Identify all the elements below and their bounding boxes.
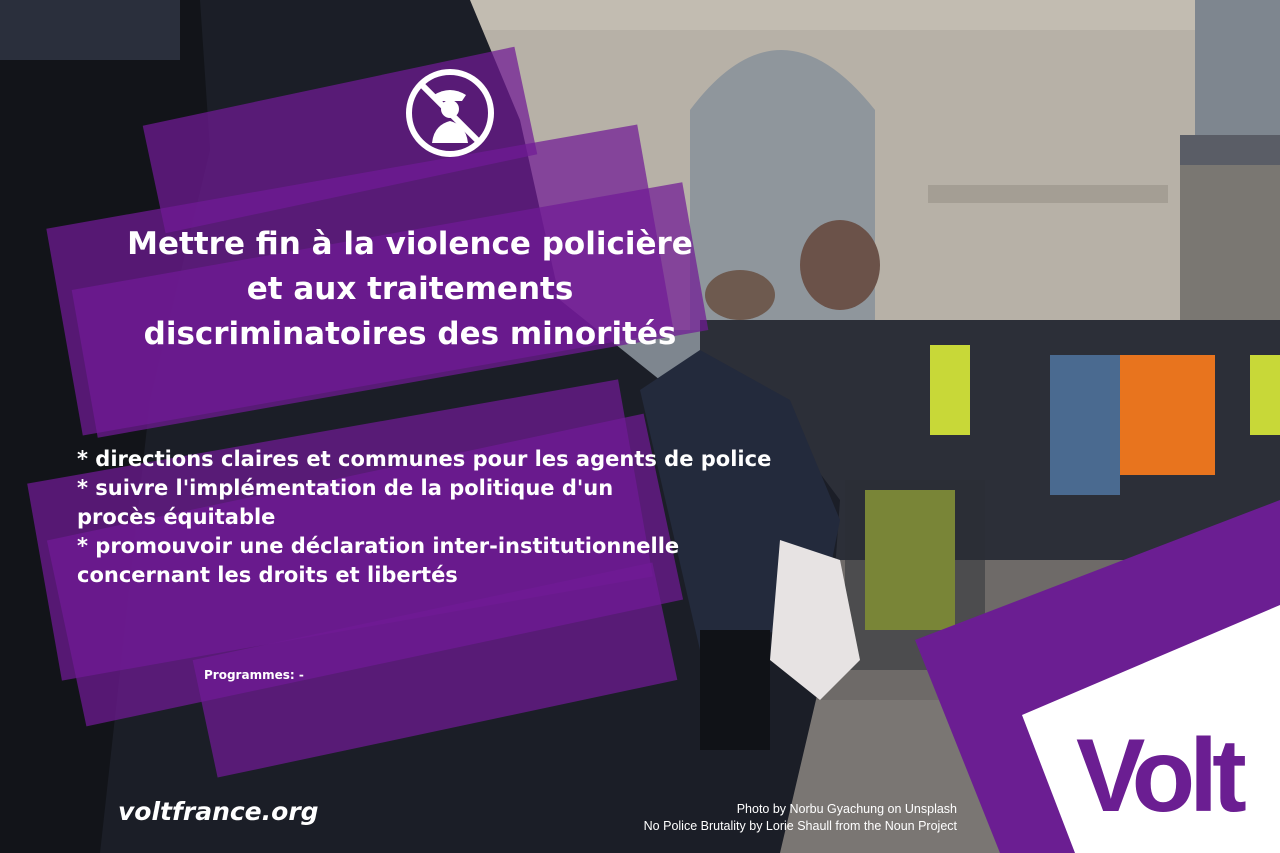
photo-credit-line: Photo by Norbu Gyachung on Unsplash — [736, 802, 957, 816]
photo-credits: Photo by Norbu Gyachung on Unsplash No P… — [644, 801, 957, 835]
volt-logo: Volt — [1076, 718, 1247, 834]
icon-credit-line: No Police Brutality by Lorie Shaull from… — [643, 819, 957, 833]
poster: Mettre fin à la violence policière et au… — [0, 0, 1280, 853]
website-link[interactable]: voltfrance.org — [118, 797, 319, 826]
